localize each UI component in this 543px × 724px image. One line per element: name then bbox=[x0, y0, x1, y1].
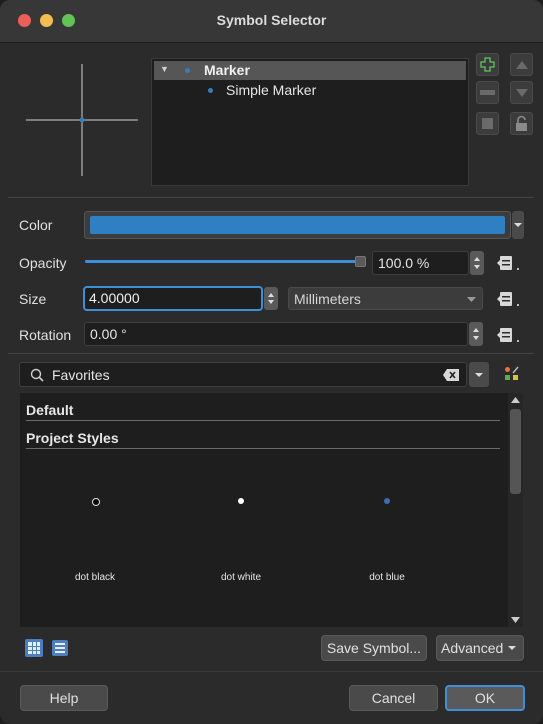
scroll-up-icon[interactable] bbox=[511, 397, 520, 403]
move-down-button[interactable] bbox=[510, 81, 533, 104]
symbol-label: dot white bbox=[220, 572, 262, 583]
chevron-down-icon bbox=[514, 223, 522, 227]
clear-search-icon[interactable] bbox=[443, 369, 459, 381]
window-title: Symbol Selector bbox=[216, 12, 327, 28]
size-label: Size bbox=[19, 291, 47, 307]
rotation-label: Rotation bbox=[19, 327, 72, 343]
stepper-arrows-icon bbox=[473, 328, 479, 340]
symbol-item[interactable]: dot blue bbox=[347, 488, 427, 588]
crosshair-preview-icon bbox=[26, 64, 138, 176]
symbol-layer-tree[interactable]: ▼ Marker Simple Marker bbox=[151, 58, 469, 186]
duplicate-icon bbox=[482, 118, 493, 129]
arrow-up-icon bbox=[515, 60, 528, 69]
help-button[interactable]: Help bbox=[20, 685, 108, 711]
style-manager-button[interactable] bbox=[503, 366, 521, 384]
scrollbar-thumb[interactable] bbox=[510, 409, 521, 494]
scrollbar[interactable] bbox=[508, 393, 523, 627]
ok-button[interactable]: OK bbox=[445, 685, 525, 711]
list-view-icon bbox=[52, 640, 68, 656]
advanced-button[interactable]: Advanced bbox=[436, 635, 524, 661]
arrow-down-icon bbox=[515, 88, 528, 97]
color-button[interactable] bbox=[84, 211, 511, 239]
tree-item-label: Simple Marker bbox=[226, 82, 317, 98]
stepper-arrows-icon bbox=[474, 257, 480, 269]
opacity-input[interactable]: 100.0 % bbox=[372, 251, 469, 275]
opacity-slider-handle[interactable] bbox=[355, 256, 366, 267]
symbol-preview bbox=[14, 56, 144, 186]
grid-view-icon bbox=[25, 639, 43, 657]
list-view-button[interactable] bbox=[52, 639, 68, 657]
tree-item-label: Marker bbox=[204, 62, 250, 78]
scroll-down-icon[interactable] bbox=[511, 617, 520, 623]
search-icon bbox=[30, 368, 44, 382]
minus-icon bbox=[480, 90, 495, 95]
cancel-button[interactable]: Cancel bbox=[349, 685, 438, 711]
symbol-label: dot blue bbox=[369, 572, 405, 583]
opacity-value: 100.0 % bbox=[378, 255, 430, 271]
symbol-item[interactable]: dot white bbox=[201, 488, 281, 588]
data-defined-override-button[interactable] bbox=[497, 325, 523, 345]
lock-layer-button[interactable] bbox=[510, 112, 533, 135]
opacity-label: Opacity bbox=[19, 255, 67, 271]
section-heading: Project Styles bbox=[26, 430, 119, 446]
marker-dot-icon bbox=[185, 68, 190, 73]
marker-dot-icon bbox=[208, 88, 213, 93]
stepper-arrows-icon bbox=[268, 293, 274, 304]
chevron-down-icon bbox=[467, 297, 476, 302]
opacity-slider-track[interactable] bbox=[85, 260, 357, 263]
add-layer-button[interactable] bbox=[476, 53, 499, 76]
size-unit-value: Millimeters bbox=[294, 291, 361, 307]
plus-icon bbox=[480, 57, 495, 72]
size-unit-select[interactable]: Millimeters bbox=[288, 287, 483, 310]
duplicate-layer-button[interactable] bbox=[476, 112, 499, 135]
divider bbox=[8, 197, 534, 198]
symbol-selector-window: Symbol Selector ▼ Marker Simple Marker C… bbox=[0, 0, 543, 724]
divider bbox=[0, 671, 543, 672]
disclosure-triangle-icon[interactable]: ▼ bbox=[160, 64, 169, 74]
chevron-down-icon bbox=[508, 646, 517, 650]
size-spinner[interactable] bbox=[264, 287, 278, 310]
rotation-spinner[interactable] bbox=[469, 322, 483, 346]
search-input[interactable]: Favorites bbox=[19, 362, 467, 387]
move-up-button[interactable] bbox=[510, 53, 533, 76]
data-defined-override-button[interactable] bbox=[497, 289, 523, 309]
style-manager-icon bbox=[505, 366, 519, 380]
section-divider bbox=[26, 448, 500, 449]
lock-icon bbox=[516, 115, 527, 131]
tree-item-simple-marker[interactable]: Simple Marker bbox=[154, 81, 466, 100]
save-symbol-button[interactable]: Save Symbol... bbox=[321, 635, 427, 661]
symbol-library-list[interactable]: Default Project Styles dot black dot whi… bbox=[20, 393, 523, 627]
remove-layer-button[interactable] bbox=[476, 81, 499, 104]
title-bar: Symbol Selector bbox=[0, 0, 543, 43]
chevron-down-icon bbox=[475, 372, 483, 377]
search-value: Favorites bbox=[52, 367, 110, 383]
data-defined-override-button[interactable] bbox=[497, 253, 523, 273]
symbol-item[interactable]: dot black bbox=[55, 488, 135, 588]
color-dropdown-button[interactable] bbox=[512, 211, 524, 239]
symbol-label: dot black bbox=[74, 572, 116, 583]
color-swatch bbox=[90, 216, 505, 234]
color-label: Color bbox=[19, 217, 53, 233]
section-heading: Default bbox=[26, 402, 74, 418]
search-dropdown-button[interactable] bbox=[469, 362, 489, 387]
rotation-value: 0.00 ° bbox=[90, 326, 127, 342]
dot-blue-icon bbox=[384, 498, 390, 504]
dot-white-icon bbox=[238, 498, 244, 504]
data-defined-icon bbox=[497, 292, 519, 306]
section-divider bbox=[26, 420, 500, 421]
opacity-spinner[interactable] bbox=[470, 251, 484, 275]
icon-view-button[interactable] bbox=[25, 639, 43, 657]
advanced-label: Advanced bbox=[441, 640, 504, 656]
divider bbox=[8, 353, 534, 354]
size-input[interactable]: 4.00000 bbox=[83, 286, 263, 311]
data-defined-icon bbox=[497, 328, 519, 342]
dot-black-icon bbox=[92, 498, 100, 506]
data-defined-icon bbox=[497, 256, 519, 270]
size-value: 4.00000 bbox=[89, 290, 140, 306]
tree-item-marker[interactable]: ▼ Marker bbox=[154, 61, 466, 80]
rotation-input[interactable]: 0.00 ° bbox=[84, 322, 468, 346]
